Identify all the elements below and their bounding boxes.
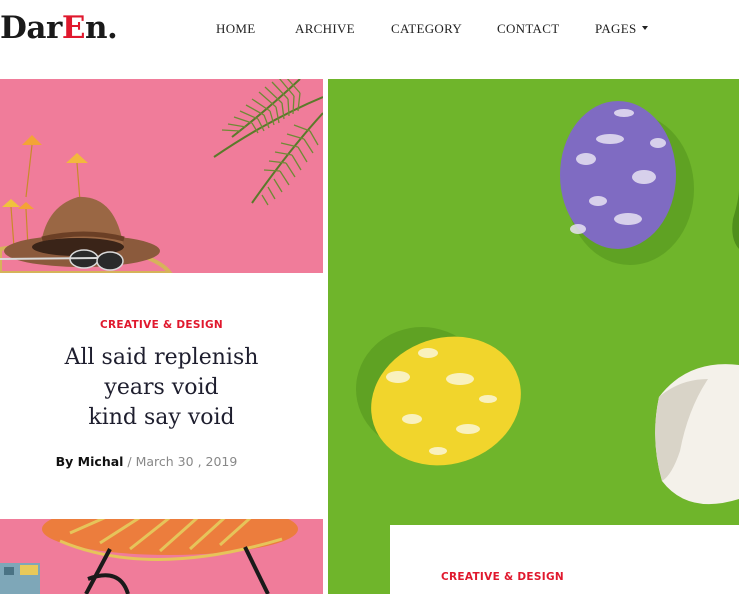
post-image-hat[interactable] [0, 79, 323, 273]
post-category[interactable]: CREATIVE & DESIGN [0, 319, 323, 331]
post-date: March 30 , 2019 [135, 454, 238, 469]
nav-pages-label: PAGES [595, 21, 637, 36]
nav-pages[interactable]: PAGES [595, 18, 649, 40]
post-image-eggs[interactable] [328, 79, 739, 594]
caret-down-icon [642, 26, 649, 31]
pink-hat-photo-icon [0, 79, 323, 273]
post-title-line: years void [104, 375, 219, 400]
post-title-line: kind say void [88, 405, 235, 430]
post-card: CREATIVE & DESIGN All said replenish yea… [0, 273, 323, 519]
post-image-chair[interactable] [0, 519, 323, 594]
post-title[interactable]: All said replenish years void kind say v… [0, 343, 323, 433]
post-author[interactable]: By Michal [56, 454, 124, 469]
post-card-overlay: CREATIVE & DESIGN [390, 525, 739, 594]
nav-contact[interactable]: CONTACT [497, 18, 559, 40]
nav-category[interactable]: CATEGORY [391, 18, 462, 40]
nav-archive[interactable]: ARCHIVE [295, 18, 355, 40]
nav-home[interactable]: HOME [216, 18, 255, 40]
post-meta: By Michal / March 30 , 2019 [0, 454, 293, 469]
main-nav: HOME ARCHIVE CATEGORY CONTACT PAGES [0, 18, 739, 40]
post-category[interactable]: CREATIVE & DESIGN [441, 571, 564, 583]
post-date-separator: / [123, 454, 136, 469]
post-title-line: All said replenish [64, 345, 259, 370]
easter-eggs-photo-icon [328, 79, 739, 594]
pink-chair-photo-icon [0, 519, 323, 594]
